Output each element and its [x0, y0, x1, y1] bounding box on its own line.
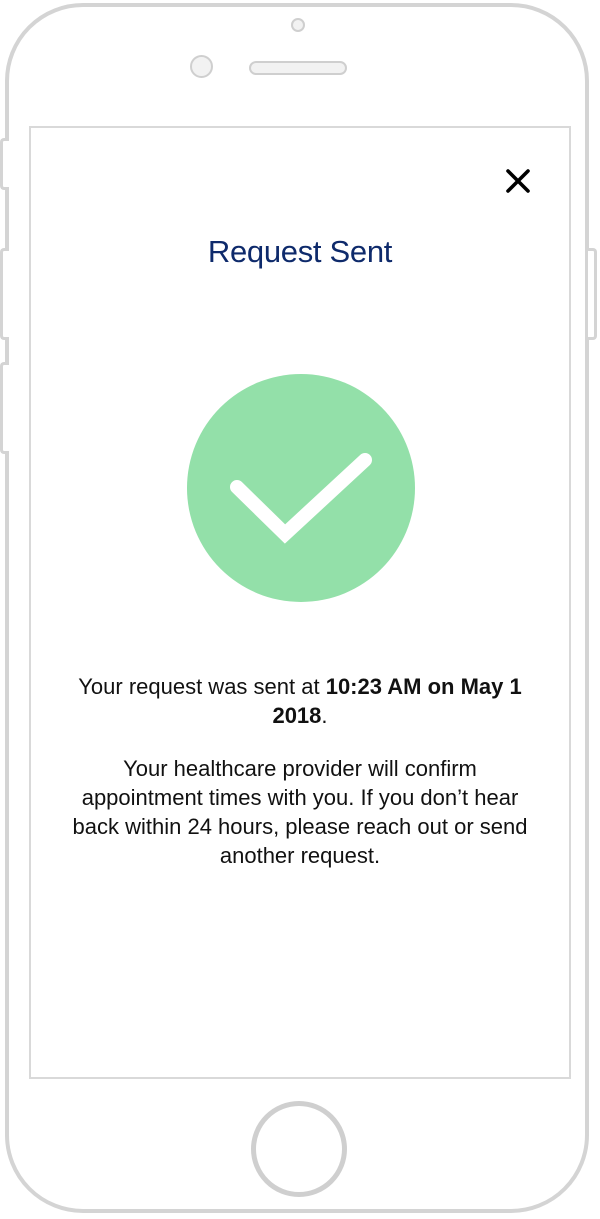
sent-prefix: Your request was sent at — [78, 674, 326, 699]
power-button — [588, 248, 597, 340]
provider-info-text: Your healthcare provider will confirm ap… — [72, 756, 528, 868]
silent-switch — [0, 138, 9, 190]
volume-up-button — [0, 248, 9, 340]
close-icon — [506, 169, 530, 193]
proximity-sensor — [291, 18, 305, 32]
volume-down-button — [0, 362, 9, 454]
front-camera — [190, 55, 213, 78]
sent-suffix: . — [321, 703, 328, 728]
checkmark-icon — [230, 453, 372, 544]
success-badge — [187, 374, 415, 602]
earpiece-speaker — [249, 61, 347, 75]
app-screen: Request Sent Your request was sent at 10… — [29, 126, 571, 1079]
home-button[interactable] — [251, 1101, 347, 1197]
page-title: Request Sent — [207, 234, 393, 269]
sent-confirmation-text: Your request was sent at 10:23 AM on May… — [61, 672, 539, 730]
close-button[interactable] — [501, 164, 535, 198]
